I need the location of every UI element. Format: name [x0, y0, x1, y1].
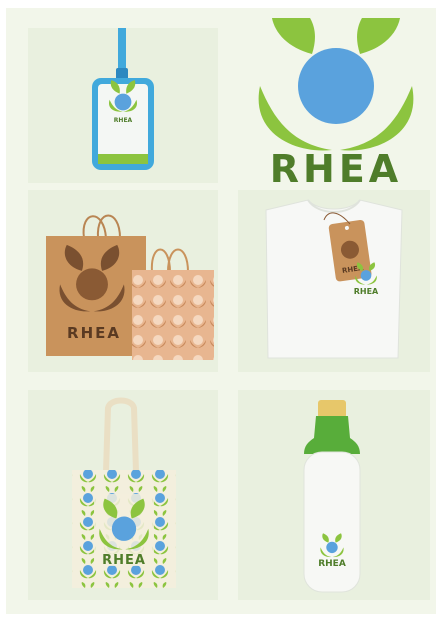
leaf-top-right [357, 18, 400, 54]
tote-bag-tile: RHEA [28, 390, 218, 600]
tote-handles [103, 397, 139, 473]
tote-logo-text: RHEA [102, 553, 146, 568]
tshirt-logo-text: RHEA [354, 287, 379, 296]
tshirt-mockup: RHEA RHEA [265, 199, 403, 359]
bottle-mockup: RHEA [303, 400, 361, 593]
tshirt-tile: RHEA RHEA [238, 190, 430, 372]
badge-footer-stripe [98, 154, 148, 164]
leaf-top-left [272, 18, 315, 54]
logo-wordmark: RHEA [270, 147, 402, 191]
bag-logo-text: RHEA [67, 324, 121, 342]
brand-mockup-sheet: RHEA RHEA RHEA RHEA RHEA RHEA RHEA [6, 8, 436, 614]
main-logo: RHEA [246, 18, 426, 193]
bottle-cap [304, 416, 360, 454]
tote-bag-mockup: RHEA [72, 397, 176, 588]
id-badge-tile: RHEA [28, 28, 218, 183]
shopping-bags-tile: RHEA [28, 190, 218, 372]
bottle-tile: RHEA [238, 390, 430, 600]
badge-logo-text: RHEA [114, 117, 133, 124]
bottle-body [303, 451, 361, 593]
logo-emblem [258, 18, 414, 151]
logo-circle [298, 48, 374, 124]
bottle-logo-text: RHEA [318, 559, 346, 569]
shopping-bags-mockup: RHEA [46, 214, 214, 360]
small-patterned-bag [132, 270, 214, 360]
bottle-cap-top [318, 400, 346, 418]
id-badge-mockup: RHEA [92, 28, 154, 170]
